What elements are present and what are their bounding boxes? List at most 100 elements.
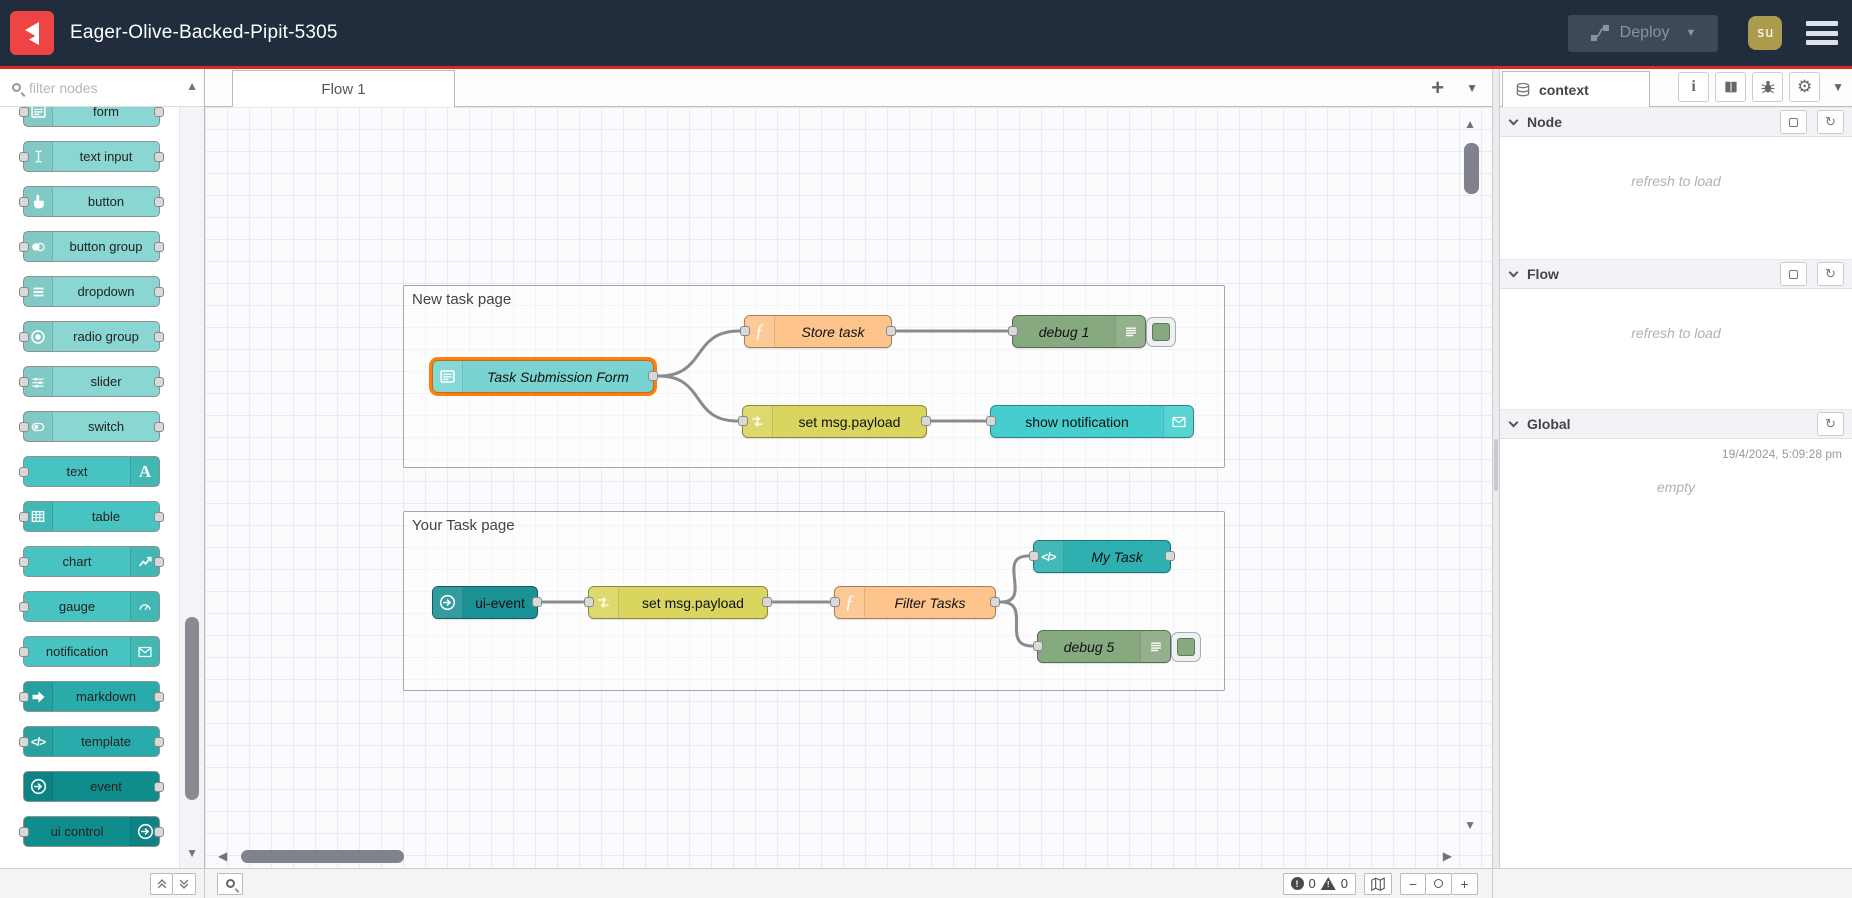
- palette-node-text[interactable]: Atext: [19, 456, 160, 487]
- deploy-button[interactable]: Deploy ▼: [1568, 14, 1718, 52]
- output-port[interactable]: [921, 416, 931, 426]
- output-port[interactable]: [648, 371, 658, 381]
- input-port[interactable]: [584, 597, 594, 607]
- input-port[interactable]: [19, 107, 29, 117]
- input-port[interactable]: [830, 597, 840, 607]
- wire[interactable]: [657, 374, 739, 423]
- output-port[interactable]: [762, 597, 772, 607]
- tab-flow-1[interactable]: Flow 1: [232, 70, 455, 107]
- palette-node-chart[interactable]: chart: [19, 546, 164, 577]
- palette-expand-all-button[interactable]: [173, 872, 196, 895]
- output-port[interactable]: [154, 737, 164, 747]
- input-port[interactable]: [19, 602, 29, 612]
- input-port[interactable]: [19, 467, 29, 477]
- canvas-hscrollbar-thumb[interactable]: [241, 850, 404, 863]
- input-port[interactable]: [19, 197, 29, 207]
- wire[interactable]: [999, 554, 1030, 604]
- output-port[interactable]: [154, 422, 164, 432]
- canvas-scroll-down-icon[interactable]: ▼: [1464, 819, 1476, 831]
- output-port[interactable]: [154, 512, 164, 522]
- debug-toggle-button[interactable]: [1146, 317, 1176, 347]
- tab-context[interactable]: context: [1502, 71, 1650, 107]
- help-tab-button[interactable]: [1715, 72, 1747, 102]
- zoom-reset-button[interactable]: [1426, 872, 1452, 895]
- output-port[interactable]: [154, 827, 164, 837]
- search-flows-button[interactable]: [217, 872, 243, 895]
- output-port[interactable]: [154, 782, 164, 792]
- palette-node-markdown[interactable]: markdown: [19, 681, 164, 712]
- palette-node-radio-group[interactable]: radio group: [19, 321, 164, 352]
- refresh-button[interactable]: ↻: [1817, 412, 1844, 436]
- palette-node-template[interactable]: </> template: [19, 726, 164, 757]
- canvas-scroll-left-icon[interactable]: ◀: [218, 850, 227, 862]
- input-port[interactable]: [19, 512, 29, 522]
- input-port[interactable]: [19, 332, 29, 342]
- palette-node-notification[interactable]: notification: [19, 636, 160, 667]
- flow-list-chevron-icon[interactable]: ▼: [1466, 81, 1478, 95]
- palette-node-text-input[interactable]: text input: [19, 141, 164, 172]
- output-port[interactable]: [154, 107, 164, 117]
- user-avatar[interactable]: su: [1748, 16, 1782, 50]
- deploy-options-chevron-icon[interactable]: ▼: [1685, 27, 1696, 39]
- output-port[interactable]: [154, 197, 164, 207]
- input-port[interactable]: [19, 422, 29, 432]
- input-port[interactable]: [1033, 641, 1043, 651]
- navigator-button[interactable]: [1364, 872, 1392, 895]
- canvas-scroll-up-icon[interactable]: ▲: [1464, 118, 1476, 130]
- palette-node-form[interactable]: form: [19, 107, 164, 127]
- output-port[interactable]: [154, 152, 164, 162]
- context-section-header-node[interactable]: Node ↻: [1500, 107, 1852, 137]
- input-port[interactable]: [19, 152, 29, 162]
- output-port[interactable]: [1165, 551, 1175, 561]
- input-port[interactable]: [19, 647, 29, 657]
- settings-tab-button[interactable]: ⚙: [1789, 72, 1821, 102]
- flow-node-show-notification[interactable]: show notification: [986, 405, 1194, 438]
- palette-node-event[interactable]: event: [23, 771, 164, 802]
- watch-values-button[interactable]: [1780, 262, 1807, 286]
- flow-node-ui-event[interactable]: ui-event: [432, 586, 542, 619]
- flow-node-Filter-Tasks[interactable]: ƒ Filter Tasks: [830, 586, 1000, 619]
- output-port[interactable]: [154, 287, 164, 297]
- output-port[interactable]: [154, 332, 164, 342]
- flow-canvas[interactable]: ▲ ▼ ◀ ▶ New task page Your Task page Task …: [205, 107, 1492, 868]
- palette-node-switch[interactable]: switch: [19, 411, 164, 442]
- palette-node-button-group[interactable]: button group: [19, 231, 164, 262]
- input-port[interactable]: [19, 377, 29, 387]
- main-menu-icon[interactable]: [1806, 21, 1838, 45]
- output-port[interactable]: [886, 326, 896, 336]
- input-port[interactable]: [1008, 326, 1018, 336]
- filter-nodes-input[interactable]: [29, 79, 169, 96]
- input-port[interactable]: [738, 416, 748, 426]
- input-port[interactable]: [19, 827, 29, 837]
- output-port[interactable]: [154, 557, 164, 567]
- palette-scroll-down-icon[interactable]: ▼: [186, 847, 198, 859]
- context-section-header-global[interactable]: Global ↻: [1500, 409, 1852, 439]
- palette-search[interactable]: [0, 69, 204, 107]
- wire[interactable]: [999, 600, 1034, 648]
- output-port[interactable]: [154, 692, 164, 702]
- canvas-scroll-right-icon[interactable]: ▶: [1443, 850, 1452, 862]
- input-port[interactable]: [19, 287, 29, 297]
- input-port[interactable]: [986, 416, 996, 426]
- sidebar-resize-handle[interactable]: [1492, 69, 1500, 868]
- notification-counts[interactable]: ! 0 0: [1282, 872, 1356, 895]
- output-port[interactable]: [154, 242, 164, 252]
- output-port[interactable]: [154, 377, 164, 387]
- flow-node-debug-1[interactable]: debug 1: [1008, 315, 1176, 348]
- flow-node-My-Task[interactable]: </> My Task: [1029, 540, 1175, 573]
- separator-scrollbar-thumb[interactable]: [1494, 439, 1498, 491]
- input-port[interactable]: [19, 737, 29, 747]
- refresh-button[interactable]: ↻: [1817, 262, 1844, 286]
- context-section-header-flow[interactable]: Flow ↻: [1500, 259, 1852, 289]
- palette-node-gauge[interactable]: gauge: [19, 591, 160, 622]
- flow-node-Task-Submission-Form[interactable]: Task Submission Form: [432, 360, 658, 393]
- zoom-out-button[interactable]: −: [1400, 872, 1426, 895]
- input-port[interactable]: [19, 242, 29, 252]
- add-flow-icon[interactable]: +: [1431, 75, 1444, 101]
- palette-scroll-up-icon[interactable]: ▲: [186, 80, 198, 92]
- info-tab-button[interactable]: i: [1678, 72, 1710, 102]
- flow-node-debug-5[interactable]: debug 5: [1033, 630, 1201, 663]
- debug-toggle-button[interactable]: [1171, 632, 1201, 662]
- output-port[interactable]: [532, 597, 542, 607]
- flow-node-Store-task[interactable]: ƒ Store task: [740, 315, 896, 348]
